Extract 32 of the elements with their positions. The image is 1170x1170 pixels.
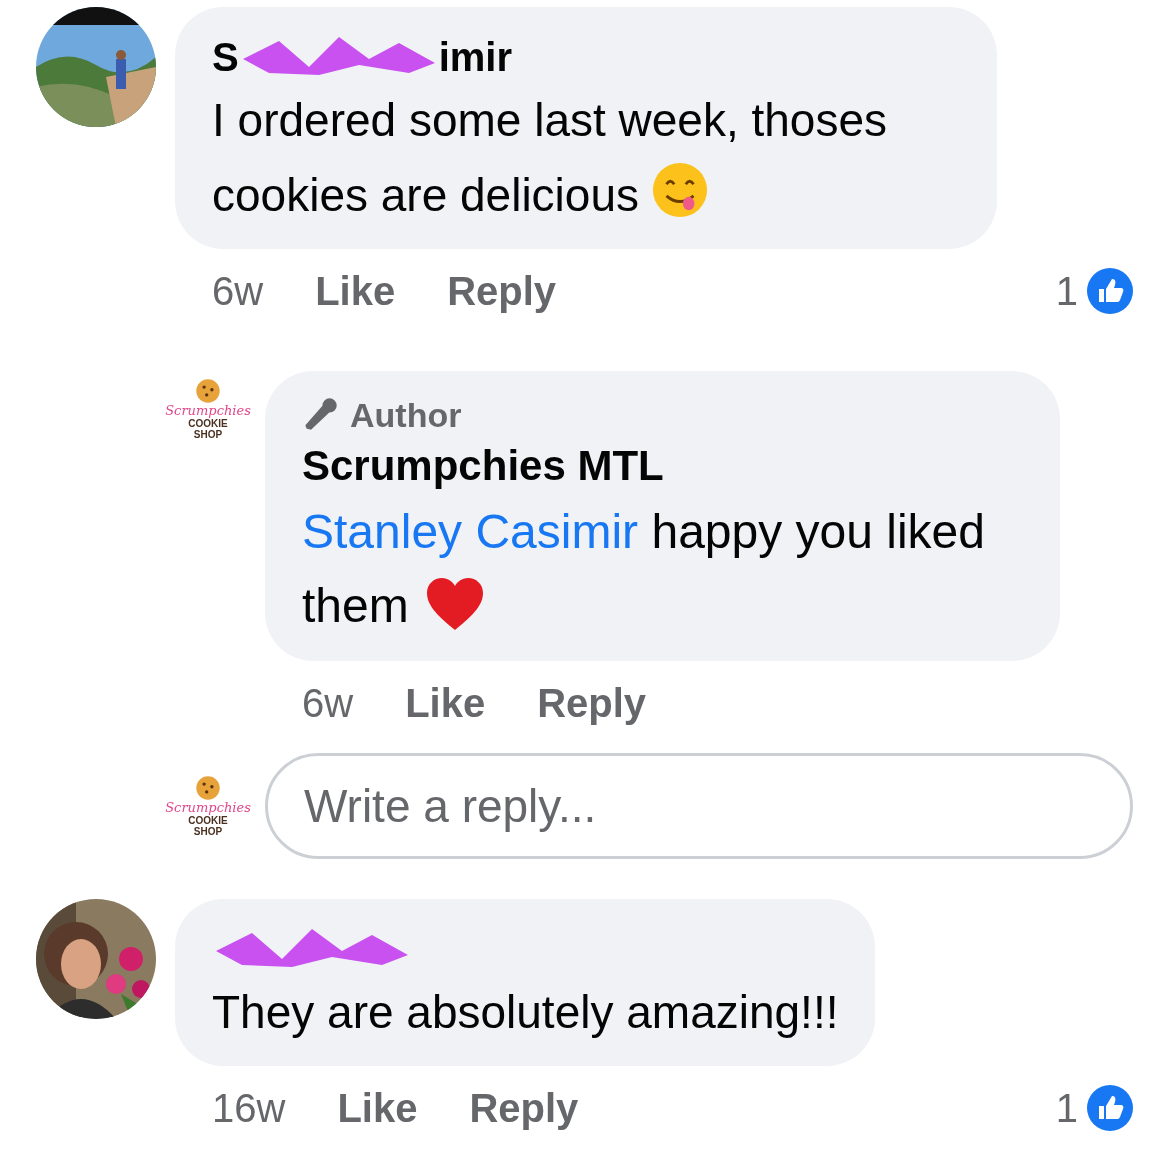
reply-text: Stanley Casimir happy you liked them (302, 504, 986, 634)
author-name: Scrumpchies MTL (302, 441, 665, 491)
comment-time: 6w (212, 268, 264, 315)
logo-script-text: Scrumpchies (165, 404, 251, 418)
like-link[interactable]: Like (405, 673, 486, 733)
logo-caption-text: SHOP (193, 826, 223, 837)
logo-caption-text: COOKIE (188, 815, 228, 826)
heart-icon (424, 576, 485, 632)
like-link[interactable]: Like (315, 261, 396, 321)
logo-caption-text: COOKIE (188, 418, 228, 429)
reaction-count: 1 (1055, 268, 1078, 315)
author-name-fragment: imir (438, 35, 513, 79)
thumbs-up-icon (1086, 1084, 1134, 1132)
logo-script-text: Scrumpchies (165, 801, 251, 815)
logo-caption-text: SHOP (193, 429, 223, 440)
smiling-face-icon (651, 161, 709, 219)
cookie-icon (195, 775, 221, 801)
reply-link[interactable]: Reply (537, 673, 647, 733)
comment-time: 16w (212, 1085, 286, 1132)
cookie-icon (195, 378, 221, 404)
thumbs-up-icon (1086, 267, 1134, 315)
comment-time: 6w (302, 680, 354, 727)
author-label: Author (350, 395, 462, 436)
comment-text: They are absolutely amazing!!! (212, 985, 839, 1040)
reply-link[interactable]: Reply (447, 261, 557, 321)
reply-link[interactable]: Reply (469, 1078, 579, 1138)
author-name-fragment: S (212, 35, 239, 79)
like-link[interactable]: Like (337, 1078, 418, 1138)
reaction-count: 1 (1055, 1085, 1078, 1132)
reply-input-field[interactable]: Write a reply... (265, 753, 1133, 859)
mention-link[interactable]: Stanley Casimir (302, 505, 639, 558)
comment-text: I ordered some last week, thoses cookies are delicious (212, 93, 888, 223)
